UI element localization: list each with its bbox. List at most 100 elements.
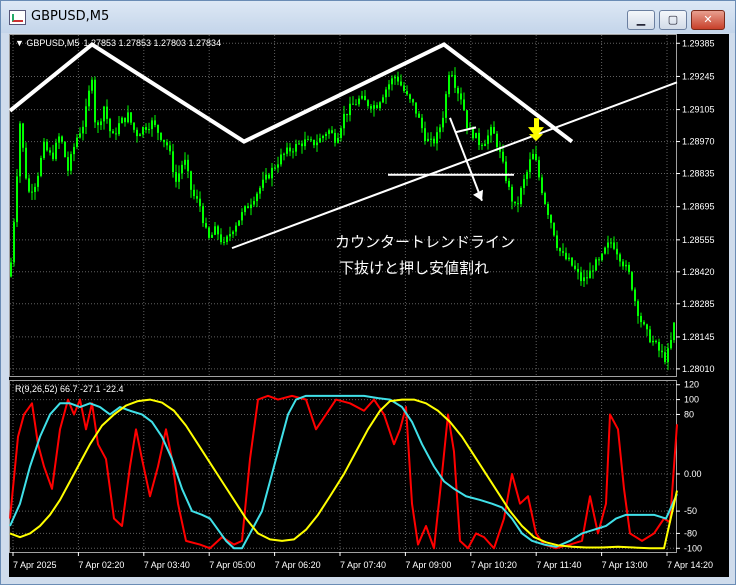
candle-body (586, 277, 588, 279)
chart-window-icon (9, 10, 26, 25)
minimize-button[interactable]: ▁ (627, 10, 655, 30)
candle-body (376, 105, 378, 109)
title-bar[interactable]: GBPUSD,M5 ▁ ▢ ✕ (1, 1, 735, 33)
candle-body (316, 142, 318, 146)
candle-body (415, 102, 417, 114)
candle-body (406, 91, 408, 95)
candle-body (298, 143, 300, 145)
window-title: GBPUSD,M5 (31, 9, 110, 24)
candle-body (127, 112, 129, 123)
candle-body (241, 212, 243, 221)
candle-body (217, 226, 219, 235)
candle-body (361, 95, 363, 99)
candle-body (364, 95, 366, 101)
candle-body (43, 141, 45, 158)
indicator-tick-label: -80 (684, 528, 697, 538)
price-tick-label: 1.28835 (682, 169, 715, 179)
candle-body (430, 138, 432, 140)
indicator-tick-label: 0.00 (684, 469, 702, 479)
candle-body (463, 99, 465, 111)
candle-body (505, 161, 507, 181)
candle-body (670, 339, 672, 349)
candle-body (643, 322, 645, 325)
candle-body (478, 132, 480, 145)
indicator-tick-label: 120 (684, 380, 699, 390)
candle-body (166, 142, 168, 146)
price-tick-label: 1.28145 (682, 332, 715, 342)
indicator-tick-label: -100 (684, 543, 702, 553)
candle-body (259, 187, 261, 194)
candle-body (136, 129, 138, 137)
candle-body (190, 171, 192, 190)
candle-body (496, 133, 498, 148)
candle-body (139, 134, 141, 137)
price-tick-label: 1.28010 (682, 364, 715, 374)
candle-body (268, 174, 270, 179)
candle-body (145, 127, 147, 130)
candle-body (46, 141, 48, 151)
candle-body (262, 179, 264, 188)
candle-body (214, 226, 216, 235)
candle-body (109, 118, 111, 132)
candle-body (628, 264, 630, 273)
candle-body (106, 106, 108, 119)
candle-body (388, 84, 390, 90)
close-button[interactable]: ✕ (691, 10, 725, 30)
candle-body (40, 157, 42, 176)
candle-body (427, 138, 429, 142)
candle-body (607, 242, 609, 248)
candle-body (493, 127, 495, 134)
candle-body (265, 174, 267, 180)
candle-body (25, 147, 27, 179)
candle-body (274, 167, 276, 169)
candle-body (442, 117, 444, 128)
candle-body (544, 193, 546, 204)
candle-body (292, 151, 294, 153)
candle-body (253, 201, 255, 205)
candle-body (598, 259, 600, 261)
candle-body (514, 201, 516, 204)
candle-body (673, 322, 675, 340)
collapse-triangle-icon[interactable]: ▼ (15, 38, 26, 48)
candle-body (355, 104, 357, 106)
candle-body (232, 231, 234, 235)
candle-body (562, 251, 564, 253)
candle-body (634, 289, 636, 302)
candle-body (133, 122, 135, 130)
candle-body (370, 106, 372, 109)
terminal-window: GBPUSD,M5 ▁ ▢ ✕ 1.29385 1.29245 1.29105 1.2… (0, 0, 736, 585)
candle-body (460, 93, 462, 100)
maximize-button[interactable]: ▢ (659, 10, 687, 30)
time-tick-label: 7 Apr 06:20 (275, 560, 321, 570)
candle-body (199, 198, 201, 207)
candle-body (526, 172, 528, 180)
candle-body (94, 79, 96, 123)
candle-body (31, 191, 33, 193)
candle-body (202, 206, 204, 224)
candle-body (487, 135, 489, 144)
candle-body (622, 261, 624, 267)
candle-body (103, 106, 105, 122)
candle-body (436, 132, 438, 144)
candle-body (91, 79, 93, 91)
candle-body (178, 173, 180, 182)
candle-body (55, 142, 57, 160)
candle-body (220, 234, 222, 243)
candle-body (331, 130, 333, 133)
candle-body (394, 76, 396, 79)
time-tick-label: 7 Apr 05:00 (209, 560, 255, 570)
candle-body (325, 133, 327, 136)
candle-body (631, 272, 633, 290)
time-tick-label: 7 Apr 2025 (13, 560, 57, 570)
candle-body (664, 352, 666, 363)
candle-body (451, 75, 453, 77)
candle-body (613, 242, 615, 249)
chart-canvas[interactable]: 1.29385 1.29245 1.29105 1.28970 1.28835 1.286… (9, 34, 729, 577)
candle-body (352, 103, 354, 105)
candle-body (502, 151, 504, 162)
ohlc-values: 1.27853 1.27853 1.27803 1.27834 (83, 38, 221, 48)
candle-body (550, 214, 552, 223)
candle-body (412, 99, 414, 103)
candle-body (424, 128, 426, 142)
candle-body (367, 100, 369, 107)
